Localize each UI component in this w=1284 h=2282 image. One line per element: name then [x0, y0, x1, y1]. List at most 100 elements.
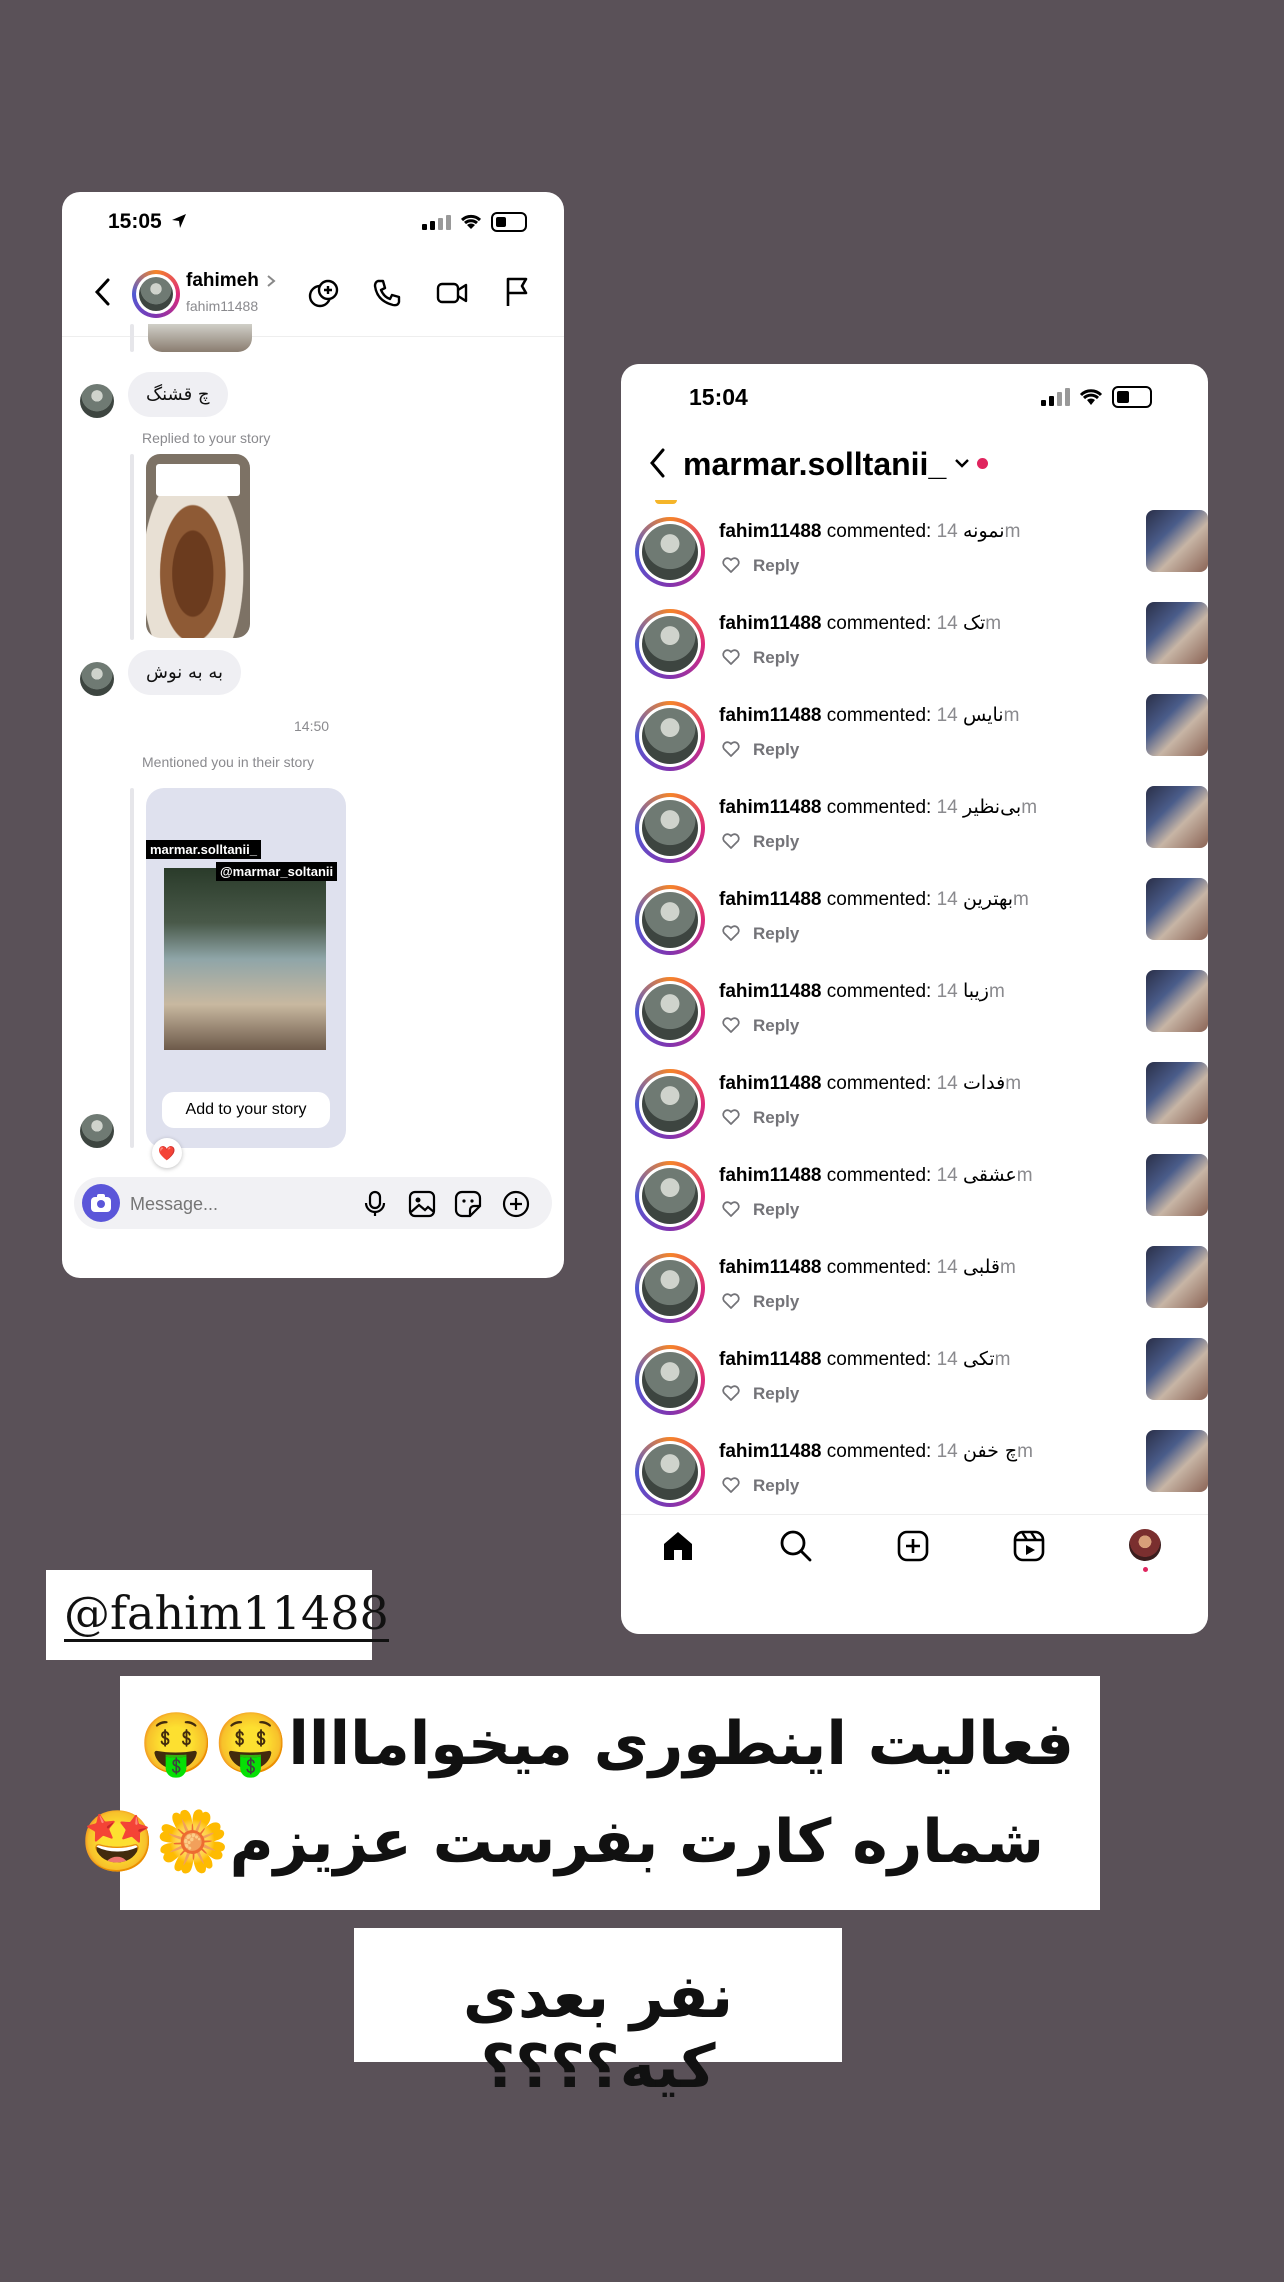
commenter-avatar[interactable]: [635, 977, 705, 1047]
post-thumbnail[interactable]: [1146, 1246, 1208, 1308]
flag-icon[interactable]: [504, 276, 530, 308]
reply-button[interactable]: Reply: [753, 924, 799, 944]
commenter-avatar[interactable]: [635, 1253, 705, 1323]
like-heart-icon[interactable]: [721, 832, 741, 850]
notification-row[interactable]: fahim11488 commented: بی‌نظیر 14m Reply: [635, 786, 1208, 884]
like-heart-icon[interactable]: [721, 1384, 741, 1402]
home-icon[interactable]: [661, 1529, 695, 1563]
message-input[interactable]: [128, 1189, 332, 1219]
sticker-add-icon[interactable]: [308, 278, 340, 310]
profile-notification-dot: [1143, 1567, 1148, 1572]
back-icon[interactable]: [94, 278, 110, 306]
like-heart-icon[interactable]: [721, 924, 741, 942]
notification-row[interactable]: fahim11488 commented: نایس 14m Reply: [635, 694, 1208, 792]
notification-row[interactable]: fahim11488 commented: تک 14m Reply: [635, 602, 1208, 700]
commenter-username[interactable]: fahim11488: [719, 1165, 821, 1186]
like-heart-icon[interactable]: [721, 648, 741, 666]
notification-row[interactable]: fahim11488 commented: تکی 14m Reply: [635, 1338, 1208, 1436]
post-thumbnail[interactable]: [1146, 970, 1208, 1032]
reply-button[interactable]: Reply: [753, 556, 799, 576]
commenter-username[interactable]: fahim11488: [719, 981, 821, 1002]
reply-button[interactable]: Reply: [753, 832, 799, 852]
reply-button[interactable]: Reply: [753, 648, 799, 668]
notification-row[interactable]: fahim11488 commented: عشقی 14m Reply: [635, 1154, 1208, 1252]
notification-row[interactable]: fahim11488 commented: قلبی 14m Reply: [635, 1246, 1208, 1344]
message-bubble[interactable]: به به نوش: [128, 650, 242, 695]
back-icon[interactable]: [649, 448, 665, 478]
add-icon[interactable]: [502, 1190, 530, 1218]
story-thumbnail-cropped[interactable]: [148, 324, 252, 352]
sticker-icon[interactable]: [454, 1190, 482, 1218]
like-heart-icon[interactable]: [721, 1108, 741, 1126]
like-heart-icon[interactable]: [721, 1292, 741, 1310]
microphone-icon[interactable]: [364, 1190, 386, 1218]
post-thumbnail[interactable]: [1146, 694, 1208, 756]
mention-sticker[interactable]: @fahim11488: [46, 1570, 389, 1660]
commenter-username[interactable]: fahim11488: [719, 1441, 821, 1462]
like-heart-icon[interactable]: [721, 556, 741, 574]
post-thumbnail[interactable]: [1146, 510, 1208, 572]
commenter-username[interactable]: fahim11488: [719, 705, 821, 726]
gallery-icon[interactable]: [408, 1190, 436, 1218]
commenter-avatar[interactable]: [635, 701, 705, 771]
reply-button[interactable]: Reply: [753, 1292, 799, 1312]
notification-action: commented:: [826, 797, 932, 818]
commenter-username[interactable]: fahim11488: [719, 797, 821, 818]
video-call-icon[interactable]: [436, 278, 468, 308]
commenter-avatar[interactable]: [635, 1161, 705, 1231]
contact-name[interactable]: fahimeh: [186, 270, 259, 292]
add-to-story-button[interactable]: Add to your story: [162, 1092, 330, 1128]
post-thumbnail[interactable]: [1146, 786, 1208, 848]
commenter-username[interactable]: fahim11488: [719, 1257, 821, 1278]
post-thumbnail[interactable]: [1146, 878, 1208, 940]
mentioned-story-card[interactable]: marmar.solltanii_ @marmar_soltanii Add t…: [146, 788, 346, 1148]
post-thumbnail[interactable]: [1146, 1154, 1208, 1216]
commenter-avatar[interactable]: [635, 609, 705, 679]
commenter-avatar[interactable]: [635, 1345, 705, 1415]
commenter-username[interactable]: fahim11488: [719, 889, 821, 910]
commenter-username[interactable]: fahim11488: [719, 613, 821, 634]
reply-button[interactable]: Reply: [753, 1016, 799, 1036]
camera-button[interactable]: [82, 1184, 120, 1222]
notification-row[interactable]: fahim11488 commented: نمونه 14m Reply: [635, 510, 1208, 608]
commenter-avatar[interactable]: [635, 517, 705, 587]
reels-icon[interactable]: [1012, 1529, 1046, 1563]
message-bubble[interactable]: چ قشنگ: [128, 372, 228, 417]
create-post-icon[interactable]: [896, 1529, 930, 1563]
like-heart-icon[interactable]: [721, 1476, 741, 1494]
commenter-username[interactable]: fahim11488: [719, 1349, 821, 1370]
notification-row[interactable]: fahim11488 commented: بهترین 14m Reply: [635, 878, 1208, 976]
phone-icon[interactable]: [372, 278, 402, 308]
reply-button[interactable]: Reply: [753, 740, 799, 760]
like-heart-icon[interactable]: [721, 1200, 741, 1218]
like-heart-icon[interactable]: [721, 1016, 741, 1034]
contact-avatar[interactable]: [132, 270, 180, 318]
search-icon[interactable]: [779, 1529, 813, 1563]
like-heart-icon[interactable]: [721, 740, 741, 758]
mention-handle: @fahim11488: [64, 1586, 389, 1642]
reply-button[interactable]: Reply: [753, 1200, 799, 1220]
reply-button[interactable]: Reply: [753, 1108, 799, 1128]
post-thumbnail[interactable]: [1146, 1430, 1208, 1492]
heart-reaction[interactable]: ❤️: [152, 1138, 182, 1168]
dm-header: fahimeh fahim11488: [62, 250, 564, 337]
story-food-photo[interactable]: [146, 454, 250, 638]
chevron-down-icon[interactable]: [954, 458, 970, 468]
account-title[interactable]: marmar.solltanii_: [683, 446, 946, 483]
reply-button[interactable]: Reply: [753, 1476, 799, 1496]
post-thumbnail[interactable]: [1146, 1338, 1208, 1400]
story-tag: marmar.solltanii_: [146, 840, 261, 859]
notification-row[interactable]: fahim11488 commented: زیبا 14m Reply: [635, 970, 1208, 1068]
post-thumbnail[interactable]: [1146, 1062, 1208, 1124]
profile-avatar-tab[interactable]: [1129, 1529, 1161, 1561]
commenter-avatar[interactable]: [635, 885, 705, 955]
commenter-avatar[interactable]: [635, 793, 705, 863]
reply-button[interactable]: Reply: [753, 1384, 799, 1404]
commenter-avatar[interactable]: [635, 1437, 705, 1507]
commenter-username[interactable]: fahim11488: [719, 521, 821, 542]
comment-text: نایس: [963, 704, 1004, 726]
post-thumbnail[interactable]: [1146, 602, 1208, 664]
commenter-username[interactable]: fahim11488: [719, 1073, 821, 1094]
notification-row[interactable]: fahim11488 commented: فدات 14m Reply: [635, 1062, 1208, 1160]
commenter-avatar[interactable]: [635, 1069, 705, 1139]
